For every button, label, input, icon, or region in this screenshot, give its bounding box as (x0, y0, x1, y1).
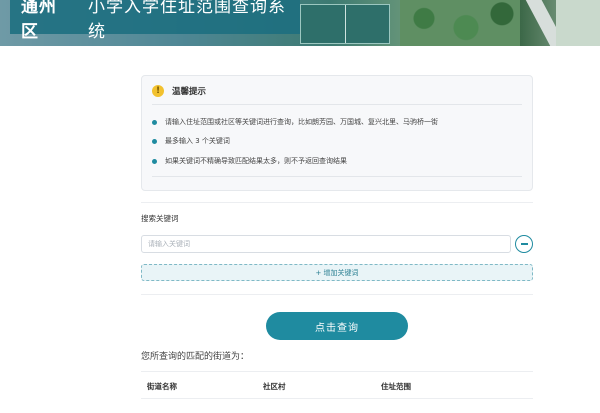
tip-item: 请输入住址范围或社区等关键词进行查询，比如朗芳园、万国城、复兴北里、马驹桥一街 (152, 117, 438, 127)
minus-icon (520, 243, 528, 245)
search-label: 搜索关键词 (141, 214, 179, 223)
banner-photo-trees (400, 0, 520, 46)
tips-header: ! 温馨提示 (152, 85, 206, 97)
result-heading: 您所查询的匹配的街道为： (141, 352, 250, 362)
bullet-dot-icon (152, 138, 157, 144)
tip-text: 如果关键词不精确导致匹配结果太多，则不予返回查询结果 (165, 157, 347, 165)
tip-item: 最多输入 3 个关键词 (152, 136, 230, 146)
column-header-community: 社区村 (263, 382, 286, 391)
banner-photo-court (300, 4, 390, 44)
divider (152, 176, 522, 177)
remove-keyword-button[interactable] (515, 235, 533, 253)
column-header-address-range: 住址范围 (381, 382, 411, 391)
tips-title: 温馨提示 (172, 87, 207, 97)
system-title: 小学入学住址范围查询系统 (88, 0, 286, 42)
header-banner: 通州区 小学入学住址范围查询系统 (0, 0, 600, 46)
column-header-street: 街道名称 (147, 382, 177, 391)
bullet-dot-icon (152, 119, 157, 125)
tip-item: 如果关键词不精确导致匹配结果太多，则不予返回查询结果 (152, 156, 347, 166)
add-keyword-button[interactable]: + 增加关键词 (141, 264, 533, 281)
warning-icon: ! (152, 85, 164, 97)
query-button[interactable]: 点击查询 (266, 312, 408, 340)
section-divider (141, 294, 533, 295)
district-name: 通州区 (21, 0, 57, 42)
page-title: 通州区 小学入学住址范围查询系统 (10, 0, 300, 42)
tips-card: ! 温馨提示 请输入住址范围或社区等关键词进行查询，比如朗芳园、万国城、复兴北里… (141, 75, 533, 191)
banner-photo-field (556, 0, 600, 46)
section-divider (141, 202, 533, 203)
bullet-dot-icon (152, 158, 157, 164)
keyword-input[interactable] (141, 235, 511, 253)
divider (152, 104, 522, 105)
tip-text: 最多输入 3 个关键词 (165, 137, 230, 145)
result-table-header: 街道名称 社区村 住址范围 (141, 371, 533, 399)
tip-text: 请输入住址范围或社区等关键词进行查询，比如朗芳园、万国城、复兴北里、马驹桥一街 (165, 118, 438, 126)
